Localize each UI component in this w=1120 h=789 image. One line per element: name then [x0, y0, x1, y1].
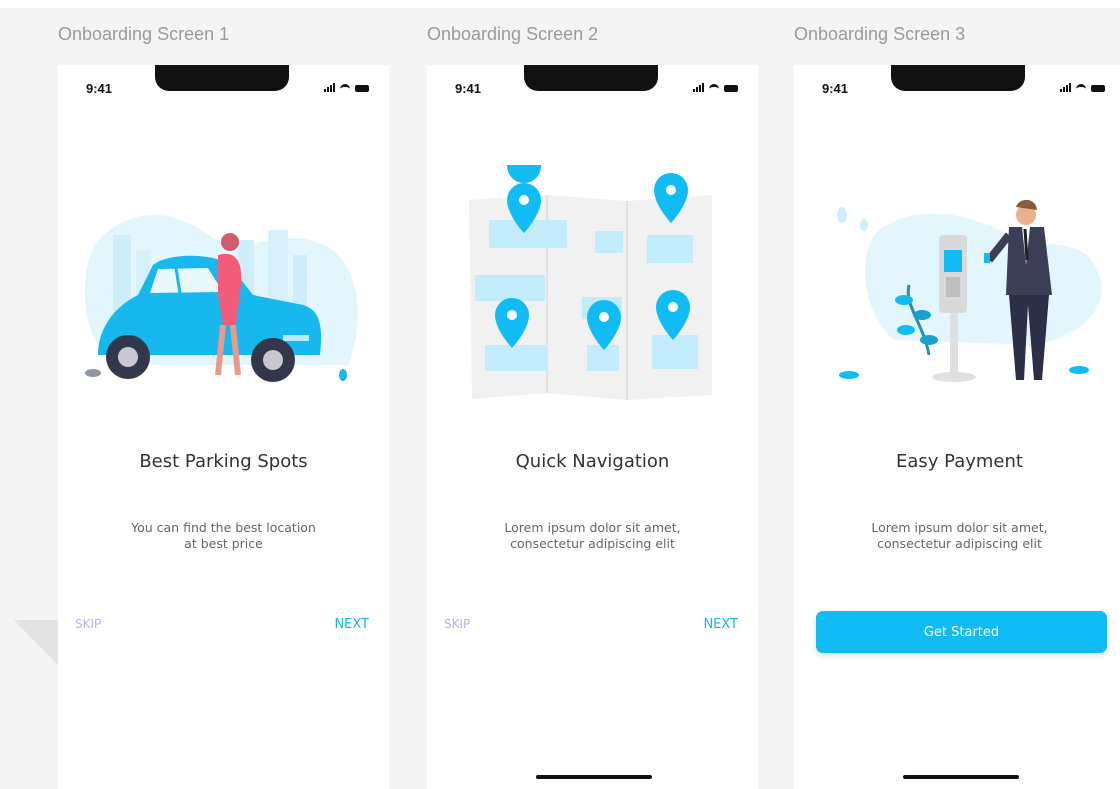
- wifi-icon: [1076, 84, 1086, 92]
- phone-notch: [891, 65, 1025, 91]
- status-icons: [324, 83, 369, 92]
- battery-icon: [355, 85, 369, 92]
- battery-icon: [724, 85, 738, 92]
- screen-label-1: Onboarding Screen 1: [58, 24, 230, 44]
- screen-label-2: Onboarding Screen 2: [427, 24, 599, 44]
- onboarding-screen-2: 9:41 Quick Navigation Lorem ipsum dolor …: [427, 65, 758, 789]
- screen-title: Quick Navigation: [515, 451, 670, 472]
- man-payment-terminal-illustration: [837, 199, 1102, 382]
- status-icons: [693, 83, 738, 92]
- status-icons: [1060, 83, 1105, 92]
- description-line-2: consectetur adipiscing elit: [877, 536, 1042, 551]
- skip-button[interactable]: SKIP: [75, 617, 101, 631]
- screen-label-3: Onboarding Screen 3: [794, 24, 966, 44]
- car-woman-city-illustration: [84, 214, 358, 382]
- onboarding-screen-1: 9:41 Best Parking Spots You can find the…: [58, 65, 389, 789]
- status-time: 9:41: [86, 81, 113, 96]
- phone-notch: [524, 65, 658, 91]
- next-button[interactable]: NEXT: [334, 617, 369, 632]
- screen-title: Easy Payment: [896, 451, 1023, 472]
- screen-description: Lorem ipsum dolor sit amet, consectetur …: [794, 520, 1120, 552]
- description-line-2: at best price: [184, 536, 263, 551]
- screen-description: You can find the best location at best p…: [58, 520, 389, 552]
- phone-notch: [155, 65, 289, 91]
- description-line-1: Lorem ipsum dolor sit amet,: [504, 520, 681, 535]
- onboarding-screen-3: 9:41 Easy Payment Lorem ipsum dolor sit …: [794, 65, 1120, 789]
- signal-icon: [693, 83, 704, 92]
- home-indicator: [536, 775, 652, 779]
- screen-description: Lorem ipsum dolor sit amet, consectetur …: [427, 520, 758, 552]
- screen-title: Best Parking Spots: [139, 451, 308, 472]
- wifi-icon: [709, 84, 719, 92]
- description-line-1: You can find the best location: [131, 520, 316, 535]
- wifi-icon: [340, 84, 350, 92]
- signal-icon: [1060, 83, 1071, 92]
- signal-icon: [324, 83, 335, 92]
- map-pins-illustration: [469, 165, 712, 400]
- battery-icon: [1091, 85, 1105, 92]
- page-fold-corner: [14, 620, 60, 667]
- get-started-button[interactable]: Get Started: [816, 611, 1107, 653]
- home-indicator: [903, 775, 1019, 779]
- status-time: 9:41: [822, 81, 849, 96]
- next-button[interactable]: NEXT: [703, 617, 738, 632]
- status-time: 9:41: [455, 81, 482, 96]
- description-line-2: consectetur adipiscing elit: [510, 536, 675, 551]
- description-line-1: Lorem ipsum dolor sit amet,: [871, 520, 1048, 535]
- skip-button[interactable]: SKIP: [444, 617, 470, 631]
